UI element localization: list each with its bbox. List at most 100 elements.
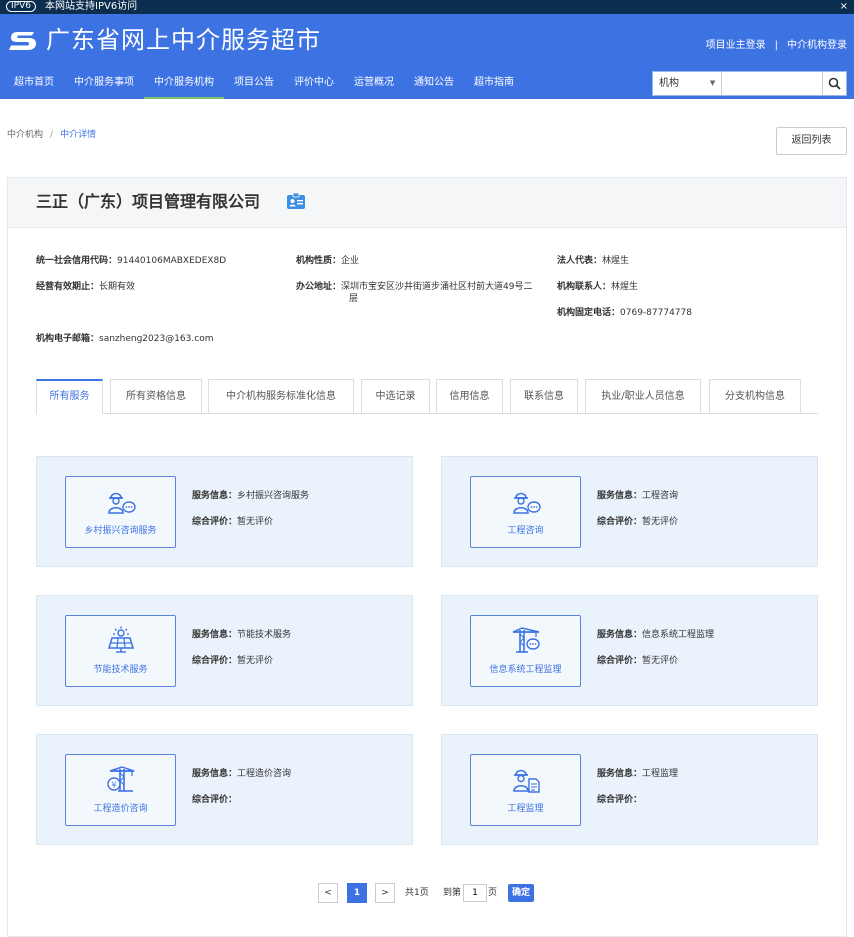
site-title: 广东省网上中介服务超市 — [46, 26, 321, 54]
contact-value: 林煋生 — [611, 282, 639, 292]
solar-panel-icon — [107, 626, 135, 653]
service-info: 服务信息：信息系统工程监理 — [597, 627, 714, 640]
service-card[interactable]: ¥ 工程造价咨询 服务信息：工程造价咨询 综合评价： — [36, 734, 413, 845]
tab-qualifications[interactable]: 所有资格信息 — [110, 379, 202, 414]
service-icon-label: 信息系统工程监理 — [489, 665, 562, 675]
service-rating-value: 暂无评价 — [237, 656, 274, 666]
service-card[interactable]: 工程监理 服务信息：工程监理 综合评价： — [441, 734, 818, 845]
service-rating: 综合评价： — [597, 792, 642, 805]
contact-label: 机构联系人： — [557, 282, 612, 292]
service-info: 服务信息：乡村振兴咨询服务 — [192, 488, 309, 501]
phone-row: 机构固定电话：0769-87774778 — [557, 307, 692, 319]
service-icon-box[interactable]: 工程监理 — [470, 754, 581, 826]
tab-selection-records[interactable]: 中选记录 — [361, 379, 430, 414]
nav-item-notices[interactable]: 通知公告 — [404, 71, 464, 99]
site-logo[interactable] — [8, 28, 38, 54]
id-card-icon[interactable] — [286, 192, 306, 210]
company-name: 三正（广东）项目管理有限公司 — [36, 192, 261, 211]
service-info: 服务信息：节能技术服务 — [192, 627, 291, 640]
service-card[interactable]: 信息系统工程监理 服务信息：信息系统工程监理 综合评价：暂无评价 — [441, 595, 818, 706]
total-pages: 共1页 — [405, 888, 429, 898]
agency-detail-panel: 三正（广东）项目管理有限公司 统一社会信用代码：91440106MABXEDEX… — [7, 177, 847, 937]
legal-rep-row: 法人代表：林煋生 — [557, 255, 629, 267]
service-rating-value: 暂无评价 — [642, 656, 679, 666]
nature-row: 机构性质：企业 — [296, 255, 359, 267]
valid-until-value: 长期有效 — [99, 282, 136, 292]
next-page-button[interactable]: > — [375, 883, 395, 903]
service-info-value: 工程监理 — [642, 769, 679, 779]
service-info-label: 服务信息： — [192, 630, 238, 640]
phone-label: 机构固定电话： — [557, 308, 621, 318]
credit-code-label: 统一社会信用代码： — [36, 256, 118, 266]
service-icon-box[interactable]: 信息系统工程监理 — [470, 615, 581, 687]
worker-document-icon — [513, 769, 540, 793]
search-type-select[interactable]: 机构 ▼ — [653, 72, 723, 95]
owner-login-link[interactable]: 项目业主登录 — [706, 40, 766, 51]
service-info-value: 乡村振兴咨询服务 — [237, 491, 310, 501]
service-info: 服务信息：工程造价咨询 — [192, 766, 291, 779]
confirm-page-button[interactable]: 确定 — [508, 884, 534, 902]
service-icon-label: 节能技术服务 — [93, 665, 148, 675]
detail-tabs: 所有服务 所有资格信息 中介机构服务标准化信息 中选记录 信用信息 联系信息 执… — [36, 379, 818, 414]
site-header: 广东省网上中介服务超市 项目业主登录 | 中介机构登录 超市首页 中介服务事项 中介… — [0, 14, 854, 99]
tab-all-services[interactable]: 所有服务 — [36, 379, 103, 414]
nav-item-operations[interactable]: 运营概况 — [344, 71, 404, 99]
ipv6-badge: IPV6 — [6, 1, 36, 12]
breadcrumb: 中介机构 / 中介详情 — [7, 127, 96, 140]
tab-contact[interactable]: 联系信息 — [510, 379, 578, 414]
tab-branches[interactable]: 分支机构信息 — [709, 379, 801, 414]
service-icon-box[interactable]: ¥ 工程造价咨询 — [65, 754, 176, 826]
service-info: 服务信息：工程咨询 — [597, 488, 678, 501]
back-to-list-button[interactable]: 返回列表 — [776, 127, 847, 155]
nav-item-evaluation[interactable]: 评价中心 — [284, 71, 344, 99]
service-rating-value: 暂无评价 — [237, 517, 274, 527]
search-button[interactable] — [822, 72, 846, 95]
service-card[interactable]: 工程咨询 服务信息：工程咨询 综合评价：暂无评价 — [441, 456, 818, 567]
prev-page-button[interactable]: < — [318, 883, 338, 903]
nav-item-announcements[interactable]: 项目公告 — [224, 71, 284, 99]
credit-code-value: 91440106MABXEDEX8D — [117, 256, 227, 266]
search-icon — [828, 77, 841, 90]
page-unit-label: 页 — [488, 888, 498, 898]
service-info-label: 服务信息： — [597, 491, 643, 501]
breadcrumb-current[interactable]: 中介详情 — [60, 130, 96, 140]
address-value-line1: 深圳市宝安区沙井街道步涌社区村前大道49号二 — [341, 282, 533, 292]
search-bar: 机构 ▼ — [652, 71, 847, 96]
page-1-button[interactable]: 1 — [347, 883, 367, 903]
search-type-value: 机构 — [659, 78, 679, 89]
service-icon-box[interactable]: 工程咨询 — [470, 476, 581, 548]
service-icon-label: 工程咨询 — [507, 526, 544, 536]
address-label: 办公地址： — [296, 282, 342, 292]
service-icon-label: 乡村振兴咨询服务 — [84, 526, 157, 536]
tab-credit[interactable]: 信用信息 — [436, 379, 503, 414]
service-icon-box[interactable]: 乡村振兴咨询服务 — [65, 476, 176, 548]
svg-text:¥: ¥ — [111, 781, 116, 790]
breadcrumb-separator: / — [50, 130, 54, 140]
service-rating-value: 暂无评价 — [642, 517, 679, 527]
service-info-value: 节能技术服务 — [237, 630, 292, 640]
address-value-line2: 层 — [349, 294, 359, 304]
service-rating: 综合评价：暂无评价 — [192, 653, 273, 666]
nav-item-service-items[interactable]: 中介服务事项 — [64, 71, 144, 99]
tab-standardization[interactable]: 中介机构服务标准化信息 — [208, 379, 354, 414]
page-number-input[interactable] — [463, 884, 487, 902]
login-links: 项目业主登录 | 中介机构登录 — [706, 36, 847, 51]
valid-until-row: 经营有效期止：长期有效 — [36, 281, 135, 293]
contact-row: 机构联系人：林煋生 — [557, 281, 638, 293]
breadcrumb-root[interactable]: 中介机构 — [7, 130, 43, 140]
close-icon[interactable]: × — [840, 0, 848, 14]
nav-item-guide[interactable]: 超市指南 — [464, 71, 524, 99]
nav-item-agencies[interactable]: 中介服务机构 — [144, 71, 224, 99]
tab-practitioners[interactable]: 执业/职业人员信息 — [585, 379, 701, 414]
service-icon-box[interactable]: 节能技术服务 — [65, 615, 176, 687]
nav-item-home[interactable]: 超市首页 — [4, 71, 64, 99]
search-input[interactable] — [722, 72, 823, 95]
nature-value: 企业 — [341, 256, 360, 266]
service-info-value: 信息系统工程监理 — [642, 630, 715, 640]
phone-value: 0769-87774778 — [620, 308, 692, 318]
agency-login-link[interactable]: 中介机构登录 — [787, 40, 847, 51]
service-card[interactable]: 节能技术服务 服务信息：节能技术服务 综合评价：暂无评价 — [36, 595, 413, 706]
service-card[interactable]: 乡村振兴咨询服务 服务信息：乡村振兴咨询服务 综合评价：暂无评价 — [36, 456, 413, 567]
nature-label: 机构性质： — [296, 256, 342, 266]
ipv6-bar: IPV6 本网站支持IPV6访问 × — [0, 0, 854, 14]
